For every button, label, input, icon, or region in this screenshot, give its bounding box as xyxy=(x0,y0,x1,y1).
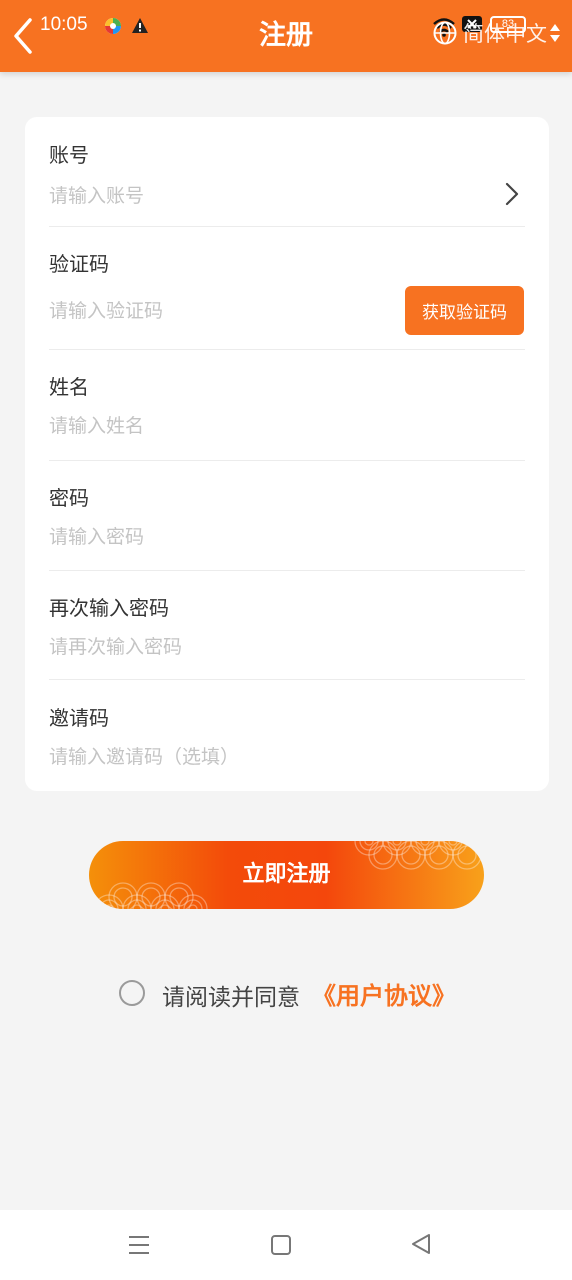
divider xyxy=(49,570,525,571)
system-nav-bar xyxy=(0,1210,572,1280)
divider xyxy=(49,679,525,680)
user-agreement-link[interactable]: 《用户协议》 xyxy=(312,976,456,1011)
name-field: 姓名 xyxy=(49,371,525,451)
confirm-password-field: 再次输入密码 xyxy=(49,592,525,672)
invite-code-input[interactable] xyxy=(49,740,449,774)
password-input[interactable] xyxy=(49,520,389,554)
warning-icon xyxy=(132,18,148,33)
divider xyxy=(49,226,525,227)
app-icon xyxy=(105,18,121,34)
back-icon xyxy=(14,18,32,54)
confirm-password-label: 再次输入密码 xyxy=(49,596,169,620)
account-input[interactable] xyxy=(49,179,389,213)
globe-icon[interactable] xyxy=(432,20,458,46)
register-button[interactable]: 立即注册 xyxy=(89,841,484,909)
get-code-button[interactable]: 获取验证码 xyxy=(405,286,524,335)
menu-icon[interactable] xyxy=(126,1232,152,1258)
sort-arrows-icon[interactable] xyxy=(549,22,561,44)
agreement-radio[interactable] xyxy=(119,980,145,1006)
back-button[interactable] xyxy=(8,14,42,58)
header-bar: 注册 10:05 简体中文 83 xyxy=(0,0,572,72)
register-form-card: 账号 验证码 获取验证码 姓名 密码 再次输入密码 邀请码 xyxy=(25,117,549,791)
verify-code-label: 验证码 xyxy=(49,252,109,276)
battery-indicator: 83 xyxy=(490,16,526,33)
password-label: 密码 xyxy=(49,486,89,510)
name-label: 姓名 xyxy=(49,375,89,399)
invite-code-label: 邀请码 xyxy=(49,706,109,730)
divider xyxy=(49,460,525,461)
password-field: 密码 xyxy=(49,482,525,562)
divider xyxy=(49,349,525,350)
status-time: 10:05 xyxy=(40,14,88,35)
account-label: 账号 xyxy=(49,143,89,167)
register-button-label: 立即注册 xyxy=(242,862,331,887)
invite-code-field: 邀请码 xyxy=(49,702,525,782)
back-triangle-icon[interactable] xyxy=(408,1231,434,1257)
name-input[interactable] xyxy=(49,409,389,443)
verify-code-input[interactable] xyxy=(49,294,389,328)
home-icon[interactable] xyxy=(268,1232,294,1258)
chevron-right-icon[interactable] xyxy=(503,181,521,207)
agreement-text: 请阅读并同意 xyxy=(162,985,300,1011)
account-field: 账号 xyxy=(49,139,525,219)
confirm-password-input[interactable] xyxy=(49,630,389,664)
